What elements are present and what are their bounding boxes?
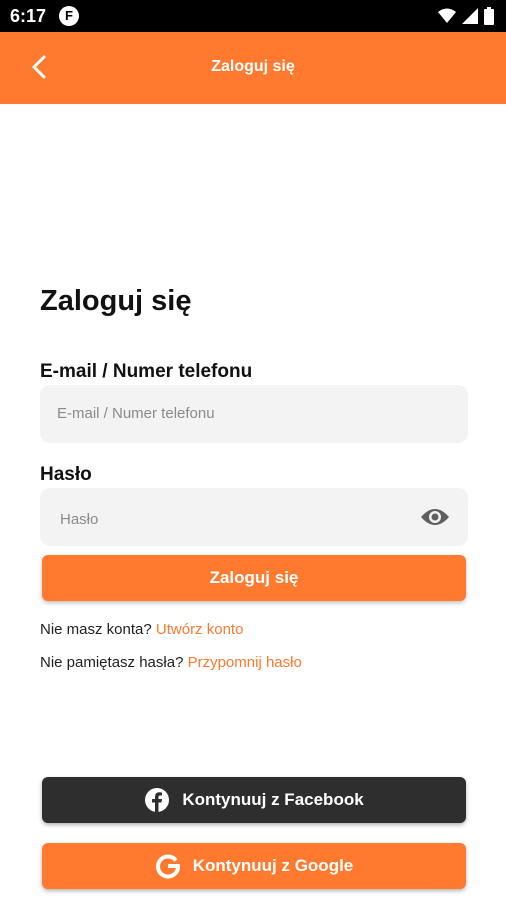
no-account-text: Nie masz konta?	[40, 621, 152, 638]
app-bar-title: Zaloguj się	[211, 58, 295, 75]
login-button[interactable]: Zaloguj się	[42, 555, 466, 601]
signal-icon	[462, 8, 478, 24]
app-bar: Zaloguj się	[0, 32, 506, 104]
google-icon	[155, 854, 180, 879]
facebook-login-button[interactable]: Kontynuuj z Facebook	[42, 777, 466, 823]
password-field[interactable]: Hasło	[40, 488, 468, 546]
password-label: Hasło	[40, 464, 92, 485]
wifi-icon	[438, 8, 456, 23]
email-placeholder: E-mail / Numer telefonu	[57, 405, 215, 422]
create-account-link[interactable]: Utwórz konto	[156, 621, 244, 638]
forgot-password-text: Nie pamiętasz hasła?	[40, 654, 184, 671]
password-placeholder: Hasło	[60, 511, 99, 528]
remind-password-link[interactable]: Przypomnij hasło	[188, 654, 302, 671]
status-time: 6:17	[10, 6, 47, 26]
app-notification-icon: F	[59, 6, 79, 26]
battery-icon	[484, 7, 494, 25]
show-password-icon[interactable]	[420, 505, 450, 529]
email-label: E-mail / Numer telefonu	[40, 361, 253, 382]
page-heading: Zaloguj się	[40, 285, 192, 317]
facebook-button-label: Kontynuuj z Facebook	[182, 790, 364, 809]
google-button-label: Kontynuuj z Google	[192, 856, 354, 875]
forgot-password-row: Nie pamiętasz hasła? Przypomnij hasło	[40, 654, 302, 671]
no-account-row: Nie masz konta? Utwórz konto	[40, 621, 243, 638]
status-icons	[438, 7, 494, 25]
status-bar: 6:17 F	[0, 0, 506, 32]
email-field[interactable]: E-mail / Numer telefonu	[40, 385, 468, 443]
google-login-button[interactable]: Kontynuuj z Google	[42, 843, 466, 889]
facebook-icon	[145, 788, 170, 812]
